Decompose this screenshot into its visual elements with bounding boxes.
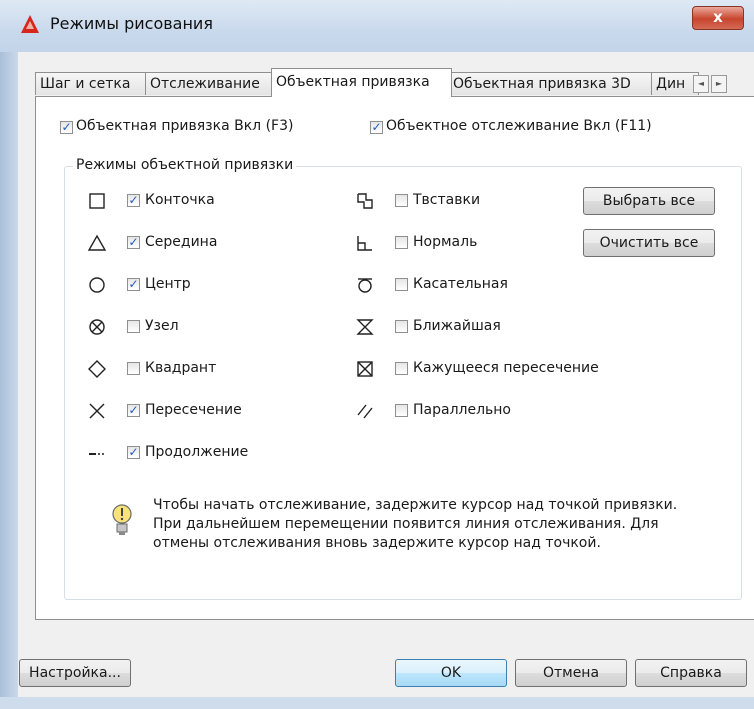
quadrant-diamond-icon — [88, 360, 106, 378]
intersection-x-icon — [89, 403, 105, 419]
quadrant-label: Квадрант — [145, 360, 217, 376]
endpoint-checkbox[interactable]: ✓ — [127, 194, 140, 207]
autocad-logo-icon — [21, 15, 39, 33]
midpoint-label: Середина — [145, 234, 218, 250]
tab-dynamic-input[interactable]: Дин — [651, 72, 699, 95]
clear-all-button[interactable]: Очистить все — [583, 229, 715, 257]
tab-snap-grid[interactable]: Шаг и сетка — [35, 72, 149, 95]
lightbulb-icon — [112, 504, 132, 535]
close-button[interactable]: x — [692, 6, 744, 30]
group-title: Режимы объектной привязки — [73, 157, 297, 173]
intersection-label: Пересечение — [145, 402, 242, 418]
tangent-checkbox[interactable] — [395, 278, 408, 291]
extension-label: Продолжение — [145, 444, 249, 460]
osnap-on-checkbox[interactable]: ✓ — [60, 121, 73, 134]
midpoint-triangle-icon — [87, 234, 107, 251]
midpoint-checkbox[interactable]: ✓ — [127, 236, 140, 249]
tip-line-3: отмены отслеживания вновь задержите курс… — [153, 535, 601, 551]
apparent-intersection-icon — [357, 361, 373, 377]
endpoint-square-icon — [89, 193, 105, 209]
extension-icon — [89, 453, 104, 455]
tab-scroll-right-icon[interactable]: ► — [711, 75, 727, 93]
perpendicular-checkbox[interactable] — [395, 236, 408, 249]
tab-scroll-left-icon[interactable]: ◄ — [693, 75, 709, 93]
snap-modes-group: Режимы объектной привязки ✓ Конточка ✓ С… — [64, 157, 742, 600]
object-snap-panel: ✓ Объектная привязка Вкл (F3) ✓ Объектно… — [35, 96, 754, 620]
parallel-checkbox[interactable] — [395, 404, 408, 417]
apparent-intersection-label: Кажущееся пересечение — [413, 360, 599, 376]
tangent-label: Касательная — [413, 276, 508, 292]
quadrant-checkbox[interactable] — [127, 362, 140, 375]
perpendicular-icon — [357, 236, 372, 251]
settings-button[interactable]: Настройка... — [19, 659, 131, 687]
node-label: Узел — [145, 318, 179, 334]
cancel-button[interactable]: Отмена — [515, 659, 627, 687]
node-checkbox[interactable] — [127, 320, 140, 333]
apparent-intersection-checkbox[interactable] — [395, 362, 408, 375]
parallel-label: Параллельно — [413, 402, 511, 418]
title-bar: Режимы рисования x — [0, 0, 754, 53]
intersection-checkbox[interactable]: ✓ — [127, 404, 140, 417]
tab-strip: Шаг и сетка Отслеживание Объектная привя… — [35, 68, 754, 97]
center-label: Центр — [145, 276, 191, 292]
nearest-checkbox[interactable] — [395, 320, 408, 333]
dialog-client-area: Шаг и сетка Отслеживание Объектная привя… — [18, 52, 754, 697]
insertion-label: Твставки — [413, 192, 481, 208]
insertion-icon — [357, 193, 373, 209]
window-frame-left — [0, 52, 18, 709]
insertion-checkbox[interactable] — [395, 194, 408, 207]
tip-line-1: Чтобы начать отслеживание, задержите кур… — [153, 497, 678, 513]
osnap-on-label: Объектная привязка Вкл (F3) — [76, 118, 294, 134]
help-button[interactable]: Справка — [635, 659, 747, 687]
window-title: Режимы рисования — [50, 14, 213, 33]
tab-polar-tracking[interactable]: Отслеживание — [145, 72, 275, 95]
tip-line-2: При дальнейшем перемещении появится лини… — [153, 516, 659, 532]
tangent-icon — [358, 278, 372, 293]
center-checkbox[interactable]: ✓ — [127, 278, 140, 291]
extension-checkbox[interactable]: ✓ — [127, 446, 140, 459]
nearest-hourglass-icon — [356, 319, 374, 335]
otrack-on-checkbox[interactable]: ✓ — [370, 121, 383, 134]
node-icon — [89, 319, 105, 335]
center-circle-icon — [89, 277, 105, 293]
parallel-icon — [357, 404, 373, 419]
perpendicular-label: Нормаль — [413, 234, 478, 250]
tab-object-snap[interactable]: Объектная привязка — [271, 68, 452, 97]
otrack-on-label: Объектное отслеживание Вкл (F11) — [386, 118, 652, 134]
select-all-button[interactable]: Выбрать все — [583, 187, 715, 215]
nearest-label: Ближайшая — [413, 318, 501, 334]
ok-button[interactable]: OK — [395, 659, 507, 687]
endpoint-label: Конточка — [145, 192, 215, 208]
window-frame-bottom — [0, 697, 754, 709]
tab-object-snap-3d[interactable]: Объектная привязка 3D — [448, 72, 655, 95]
